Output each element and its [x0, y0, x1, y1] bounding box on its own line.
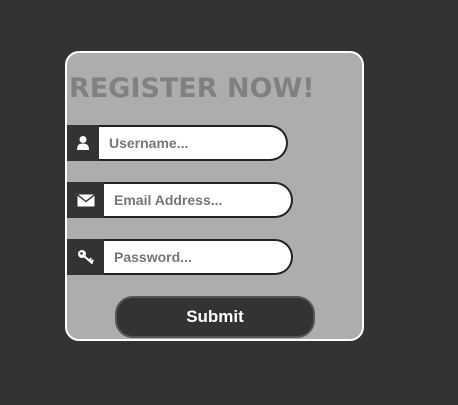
- submit-button[interactable]: Submit: [115, 296, 315, 338]
- envelope-icon: [67, 182, 104, 218]
- username-row: [67, 125, 288, 161]
- register-card: REGISTER NOW! Username... Email Address.…: [65, 51, 364, 341]
- email-input[interactable]: [114, 192, 291, 208]
- password-field-wrapper: [104, 239, 293, 275]
- password-input[interactable]: [114, 249, 291, 265]
- username-input[interactable]: [109, 135, 286, 151]
- page-title: REGISTER NOW!: [69, 73, 315, 104]
- password-row: [67, 239, 293, 275]
- email-row: [67, 182, 293, 218]
- email-field-wrapper: [104, 182, 293, 218]
- key-icon: [67, 239, 104, 275]
- user-icon: [67, 125, 99, 161]
- username-field-wrapper: [99, 125, 288, 161]
